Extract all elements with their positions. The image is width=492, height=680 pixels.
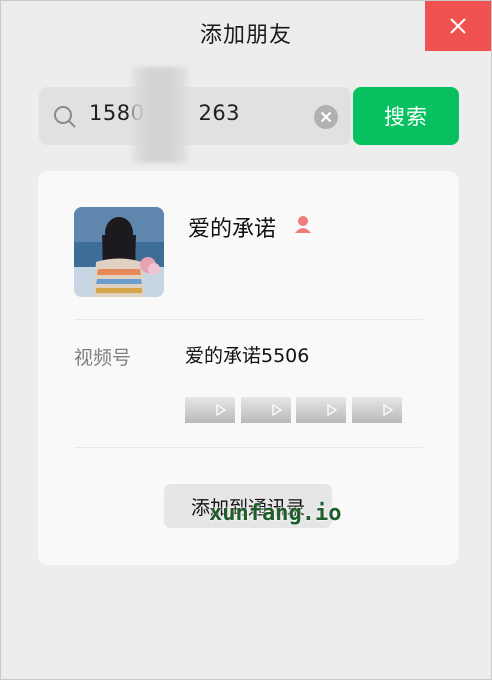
search-query-end: 263 xyxy=(198,101,241,125)
play-icon xyxy=(272,404,283,416)
channels-label: 视频号 xyxy=(74,347,132,369)
add-friend-window: 添加朋友 1580 263 搜索 爱的承诺 视频号 爱的承诺5506 添加到通讯… xyxy=(0,0,492,680)
avatar-image xyxy=(74,207,164,297)
watermark: xunfang.io xyxy=(209,501,342,526)
play-icon xyxy=(383,404,394,416)
play-icon xyxy=(216,404,227,416)
avatar[interactable] xyxy=(74,207,164,297)
channel-video-thumbnail[interactable] xyxy=(352,397,402,423)
channel-video-thumbnail[interactable] xyxy=(241,397,291,423)
privacy-blur xyxy=(131,67,189,163)
channels-value[interactable]: 爱的承诺5506 xyxy=(185,341,309,368)
clear-icon[interactable] xyxy=(313,104,339,130)
search-icon xyxy=(54,106,76,128)
close-icon xyxy=(450,18,466,34)
channel-video-thumbnail[interactable] xyxy=(185,397,235,423)
channel-video-thumbnail[interactable] xyxy=(296,397,346,423)
divider xyxy=(74,447,423,448)
divider xyxy=(74,319,423,320)
profile-name: 爱的承诺 xyxy=(188,217,277,242)
close-button[interactable] xyxy=(425,1,491,51)
search-button[interactable]: 搜索 xyxy=(353,87,459,145)
play-icon xyxy=(327,404,338,416)
female-user-icon xyxy=(295,216,311,233)
window-title: 添加朋友 xyxy=(199,23,292,48)
search-input[interactable]: 1580 263 xyxy=(39,67,351,163)
